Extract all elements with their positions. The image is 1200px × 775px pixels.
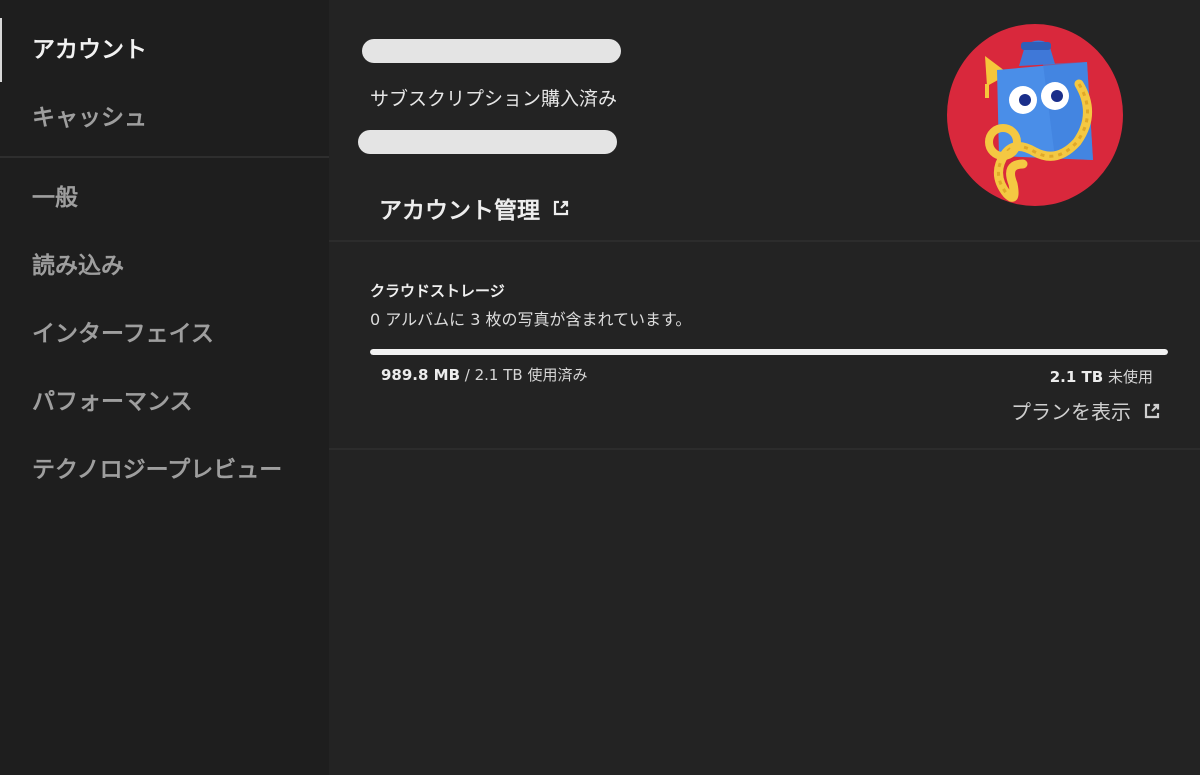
sidebar-item-performance[interactable]: パフォーマンス (0, 368, 329, 436)
sidebar-group-settings: 一般 読み込み インターフェイス パフォーマンス テクノロジープレビュー (0, 158, 329, 504)
sidebar-item-general[interactable]: 一般 (0, 164, 329, 232)
account-section: サブスクリプション購入済み アカウント管理 (329, 0, 1200, 240)
storage-title: クラウドストレージ (370, 282, 505, 300)
storage-usage-fill (370, 349, 1168, 355)
external-link-icon (1144, 403, 1160, 418)
sidebar-item-interface[interactable]: インターフェイス (0, 300, 329, 368)
sidebar-item-cache[interactable]: キャッシュ (0, 84, 329, 152)
avatar-character-icon (947, 24, 1123, 206)
storage-usage-bar (370, 349, 1168, 355)
sidebar-group-account: アカウント キャッシュ (0, 0, 329, 156)
storage-used-amount: 989.8 MB (381, 366, 461, 384)
manage-account-link[interactable]: アカウント管理 (379, 191, 570, 225)
storage-description: 0 アルバムに 3 枚の写真が含まれています。 (370, 310, 692, 329)
redacted-account-email (358, 130, 617, 154)
view-plans-label: プランを表示 (1011, 400, 1131, 424)
storage-free-amount: 2.1 TB (1049, 368, 1104, 386)
subscription-status: サブスクリプション購入済み (370, 88, 618, 110)
view-plans-link[interactable]: プランを表示 (1011, 396, 1161, 425)
manage-account-label: アカウント管理 (379, 198, 540, 224)
preferences-window: アカウント キャッシュ 一般 読み込み インターフェイス パフォーマンス テクノ… (0, 0, 1200, 775)
cloud-storage-section: クラウドストレージ 0 アルバムに 3 枚の写真が含まれています。 989.8 … (329, 242, 1200, 448)
redacted-account-name (362, 39, 621, 63)
avatar[interactable] (947, 24, 1123, 206)
storage-used-suffix: / 2.1 TB 使用済み (460, 366, 588, 384)
storage-free-suffix: 未使用 (1103, 368, 1153, 386)
storage-used-text: 989.8 MB / 2.1 TB 使用済み (381, 364, 587, 385)
active-indicator (0, 18, 2, 82)
storage-free-text: 2.1 TB 未使用 (1050, 366, 1153, 387)
main-panel: サブスクリプション購入済み アカウント管理 クラウドストレージ 0 アルバムに … (329, 0, 1200, 775)
sidebar-item-account[interactable]: アカウント (0, 16, 329, 84)
sidebar-item-import[interactable]: 読み込み (0, 232, 329, 300)
sidebar: アカウント キャッシュ 一般 読み込み インターフェイス パフォーマンス テクノ… (0, 0, 329, 775)
external-link-icon (553, 200, 569, 216)
sidebar-item-technology-preview[interactable]: テクノロジープレビュー (0, 436, 329, 504)
section-divider (329, 448, 1200, 450)
